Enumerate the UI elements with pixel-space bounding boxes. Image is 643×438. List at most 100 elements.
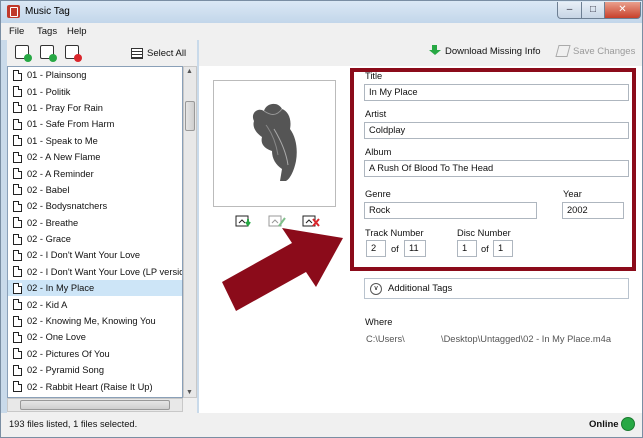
file-list-item[interactable]: 01 - Politik: [8, 83, 182, 99]
remove-file-icon[interactable]: [65, 45, 82, 62]
file-list-item[interactable]: 02 - Pyramid Song: [8, 362, 182, 378]
file-name: 02 - A Reminder: [27, 168, 94, 179]
menu-help[interactable]: Help: [67, 26, 87, 37]
file-icon: [13, 135, 22, 147]
file-list-item[interactable]: 02 - Pictures Of You: [8, 346, 182, 362]
file-icon: [13, 348, 22, 360]
file-list-item[interactable]: 02 - Rabbit Heart (Raise It Up): [8, 378, 182, 394]
file-list-item[interactable]: 01 - Pray For Rain: [8, 100, 182, 116]
file-icon: [13, 86, 22, 98]
file-list-item[interactable]: 01 - Plainsong: [8, 67, 182, 83]
menu-tags[interactable]: Tags: [37, 26, 57, 37]
file-name: 02 - Bodysnatchers: [27, 201, 108, 212]
file-name: 01 - Pray For Rain: [27, 102, 103, 113]
file-icon: [13, 217, 22, 229]
get-art-icon[interactable]: [235, 215, 254, 228]
add-file-icon[interactable]: [40, 45, 57, 62]
file-icon: [13, 364, 22, 376]
file-icon: [13, 331, 22, 343]
status-text: 193 files listed, 1 files selected.: [9, 419, 138, 429]
file-name: 02 - Grace: [27, 234, 71, 245]
file-pane: Select All 01 - Plainsong 01 - Politik 01 …: [7, 40, 197, 413]
file-list-item[interactable]: 02 - Bodysnatchers: [8, 198, 182, 214]
additional-tags-expander[interactable]: ∨ Additional Tags: [364, 278, 629, 299]
select-all-label: Select All: [147, 47, 187, 59]
file-list-item[interactable]: 02 - Babel: [8, 182, 182, 198]
vertical-scroll-thumb[interactable]: [185, 101, 195, 131]
scroll-up-icon[interactable]: ▲: [186, 68, 193, 75]
file-list-item[interactable]: 02 - Grace: [8, 231, 182, 247]
menu-file[interactable]: File: [9, 26, 24, 37]
file-list-item[interactable]: 02 - I Don't Want Your Love: [8, 247, 182, 263]
scroll-down-icon[interactable]: ▼: [186, 389, 193, 396]
file-list-item[interactable]: 02 - A Reminder: [8, 165, 182, 181]
maximize-button[interactable]: □: [581, 2, 605, 19]
file-icon: [13, 381, 22, 393]
file-icon: [13, 315, 22, 327]
file-name: 02 - I Don't Want Your Love: [27, 250, 141, 261]
file-name: 02 - Pyramid Song: [27, 365, 104, 376]
status-bar: 193 files listed, 1 files selected. Onli…: [1, 413, 642, 437]
file-list[interactable]: 01 - Plainsong 01 - Politik 01 - Pray For …: [7, 66, 183, 398]
save-icon: [555, 45, 571, 57]
file-name: 02 - One Love: [27, 332, 86, 343]
file-list-item[interactable]: 02 - In My Place: [8, 280, 182, 297]
file-list-item[interactable]: 01 - Safe From Harm: [8, 116, 182, 132]
music-tag-app-icon: [7, 5, 20, 18]
close-button[interactable]: ✕: [604, 2, 641, 19]
file-name: 02 - Pictures Of You: [27, 348, 110, 359]
remove-art-icon[interactable]: [302, 215, 321, 228]
file-list-item[interactable]: 02 - I Don't Want Your Love (LP version: [8, 264, 182, 280]
download-label: Download Missing Info: [445, 46, 541, 57]
file-icon: [13, 69, 22, 81]
download-icon: [429, 45, 441, 58]
file-list-item[interactable]: 02 - A New Flame: [8, 149, 182, 165]
download-missing-info-button[interactable]: Download Missing Info: [429, 45, 541, 58]
file-list-item[interactable]: 02 - Kid A: [8, 296, 182, 312]
file-path-end: \Desktop\Untagged\02 - In My Place.m4a: [441, 334, 612, 344]
file-icon: [13, 282, 22, 294]
file-icon: [13, 102, 22, 114]
tag-fields-highlight: [350, 68, 636, 271]
file-icon: [13, 168, 22, 180]
save-changes-button[interactable]: Save Changes: [555, 45, 636, 57]
title-bar: Music Tag – □ ✕: [1, 1, 642, 23]
file-name: 02 - In My Place: [27, 283, 95, 294]
horizontal-scroll-thumb[interactable]: [20, 400, 170, 410]
file-icon: [13, 118, 22, 130]
file-icon: [13, 200, 22, 212]
file-name: 01 - Safe From Harm: [27, 119, 115, 130]
file-list-item[interactable]: 02 - One Love: [8, 329, 182, 345]
file-name: 01 - Politik: [27, 86, 71, 97]
select-all-icon: [131, 47, 143, 59]
file-name: 01 - Plainsong: [27, 70, 87, 81]
app-window: Music Tag – □ ✕ File Tags Help Select Al…: [0, 0, 643, 438]
chevron-down-icon: ∨: [370, 282, 382, 295]
file-name: 02 - Rabbit Heart (Raise It Up): [27, 381, 153, 392]
file-list-item[interactable]: 01 - Speak to Me: [8, 133, 182, 149]
file-list-item[interactable]: 02 - Knowing Me, Knowing You: [8, 313, 182, 329]
file-list-item[interactable]: 02 - Breathe: [8, 215, 182, 231]
tag-editor-pane: Download Missing Info Save Changes Title…: [199, 40, 642, 413]
file-icon: [13, 299, 22, 311]
file-name: 02 - Knowing Me, Knowing You: [27, 316, 156, 327]
file-icon: [13, 266, 22, 278]
file-name: 02 - Kid A: [27, 299, 68, 310]
online-status: Online: [589, 419, 619, 430]
file-toolbar: Select All: [7, 40, 197, 66]
file-name: 02 - Breathe: [27, 217, 79, 228]
file-name: 02 - I Don't Want Your Love (LP version: [27, 266, 183, 277]
album-art: [213, 80, 336, 207]
save-label: Save Changes: [573, 45, 636, 57]
select-all-button[interactable]: Select All: [131, 44, 186, 62]
file-path-start: C:\Users\: [366, 334, 405, 344]
minimize-button[interactable]: –: [557, 2, 582, 19]
file-list-vertical-scrollbar[interactable]: ▲ ▼: [183, 66, 197, 398]
add-folder-icon[interactable]: [15, 45, 32, 62]
additional-tags-label: Additional Tags: [388, 283, 453, 294]
file-list-horizontal-scrollbar[interactable]: [7, 398, 183, 412]
file-name: 01 - Speak to Me: [27, 135, 98, 146]
tag-toolbar: Download Missing Info Save Changes: [199, 40, 642, 66]
edit-art-icon[interactable]: [268, 215, 287, 228]
window-title: Music Tag: [25, 6, 70, 17]
